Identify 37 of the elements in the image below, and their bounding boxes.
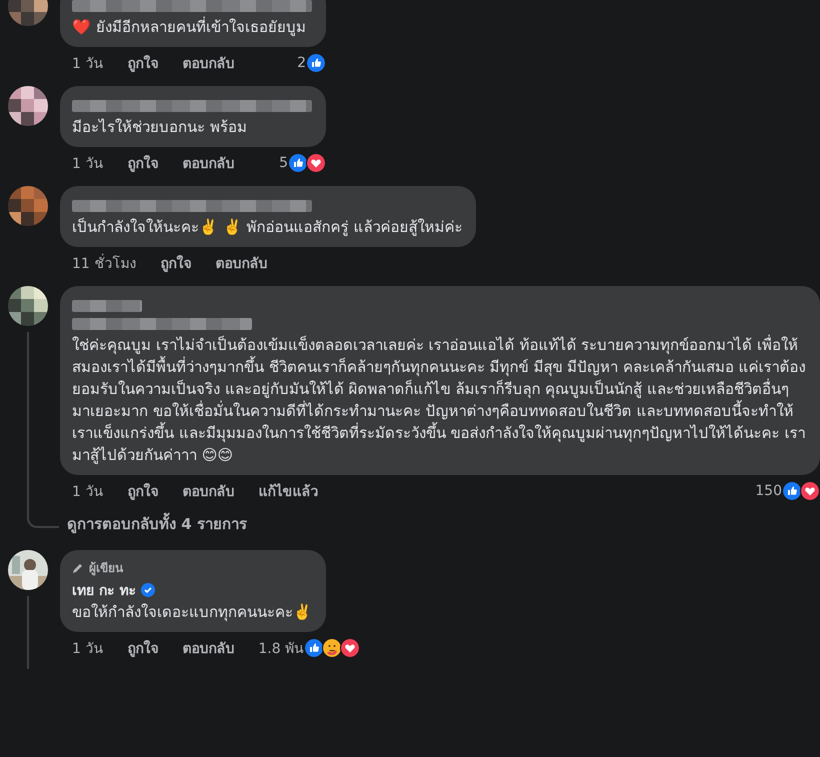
care-icon [322,638,342,658]
pencil-icon [72,562,84,574]
reaction-count[interactable]: 5 [279,155,288,171]
like-icon [782,481,802,501]
heart-icon [306,153,326,173]
like-link[interactable]: ถูกใจ [160,252,192,274]
comment-time[interactable]: 1 วัน [72,637,104,659]
heart-icon [340,638,360,658]
reaction-count[interactable]: 1.8 พัน [258,637,304,659]
view-replies-link[interactable]: ดูการตอบกลับทั้ง 4 รายการ [67,512,247,538]
comment-text: มีอะไรให้ช่วยบอกนะ พร้อม [72,117,248,138]
like-icon [306,53,326,73]
comment-time[interactable]: 1 วัน [72,152,104,174]
like-icon [288,153,308,173]
comment-text: ใช่ค่ะคุณบูม เราไม่จำเป็นต้องเข้มแข็งตลอดเวลาเลยค่ะ เราอ่อนแอได้ ท้อแท้ได้ ระบายความทุกข์ออกมาได้ เพื่อให้สมองเราได้มีพื้นที่ว่างๆมากขึ้น ชีวิตคนเราก็คล้ายๆกันทุกคนนะคะ มีทุกข์ มีสุข มีปัญหา คละเคล้ากันเสมอ แค่เราต้องยอมรับในความเป็นจริง และอยู่กับมันให้ได้ ผิดพลาดก็แก้ไข ล้มเราก็รีบลุก คุณบูมเป็นนักสู้ และช่วยเหลือชีวิตอื่นๆมาเยอะมาก ขอให้เชื่อมั่นในความดีที่ได้กระทำมานะคะ ปัญหาต่างๆคือบททดสอบในชีวิต และบททดสอบนี้จะทำให้เราแข็งแกร่งขึ้น และมีมุมมองในการใช้ชีวิตที่ระมัดระวังขึ้น ขอส่งกำลังใจให้คุณบูมผ่านทุกๆปัญหาไปให้ได้นะคะ เรามาสู้ไปด้วยกันค่าาา 😊😊 [72,334,806,466]
reaction-count[interactable]: 150 [755,483,782,499]
comment-time[interactable]: 1 วัน [72,480,104,502]
comment-time[interactable]: 1 วัน [72,52,104,74]
reply-link[interactable]: ตอบกลับ [182,152,234,174]
commenter-name[interactable]: เทย กะ ทะ [72,579,137,601]
comment-time[interactable]: 11 ชั่วโมง [72,252,136,274]
like-icon [304,638,324,658]
comment-text: ขอให้กำลังใจเดอะแบกทุกคนนะคะ✌ [72,602,312,623]
reply-link[interactable]: ตอบกลับ [182,52,234,74]
comment-text: เป็นกำลังใจให้นะคะ✌ ✌ พักอ่อนแอสักครู่ แล้วค่อยสู้ใหม่ค่ะ [72,216,462,238]
reply-link[interactable]: ตอบกลับ [182,480,234,502]
like-link[interactable]: ถูกใจ [127,480,158,502]
like-link[interactable]: ถูกใจ [127,52,158,74]
author-label: ผู้เขียน [89,560,123,577]
reply-link[interactable]: ตอบกลับ [182,637,234,659]
heart-icon [800,481,820,501]
comment-text: ❤ ยังมีอีกหลายคนที่เข้าใจเธอยัยบูม [72,16,307,38]
reply-link[interactable]: ตอบกลับ [215,252,268,274]
like-link[interactable]: ถูกใจ [127,637,158,659]
like-link[interactable]: ถูกใจ [127,152,158,174]
edited-label: แก้ไขแล้ว [258,482,318,502]
reaction-count[interactable]: 2 [297,55,306,71]
